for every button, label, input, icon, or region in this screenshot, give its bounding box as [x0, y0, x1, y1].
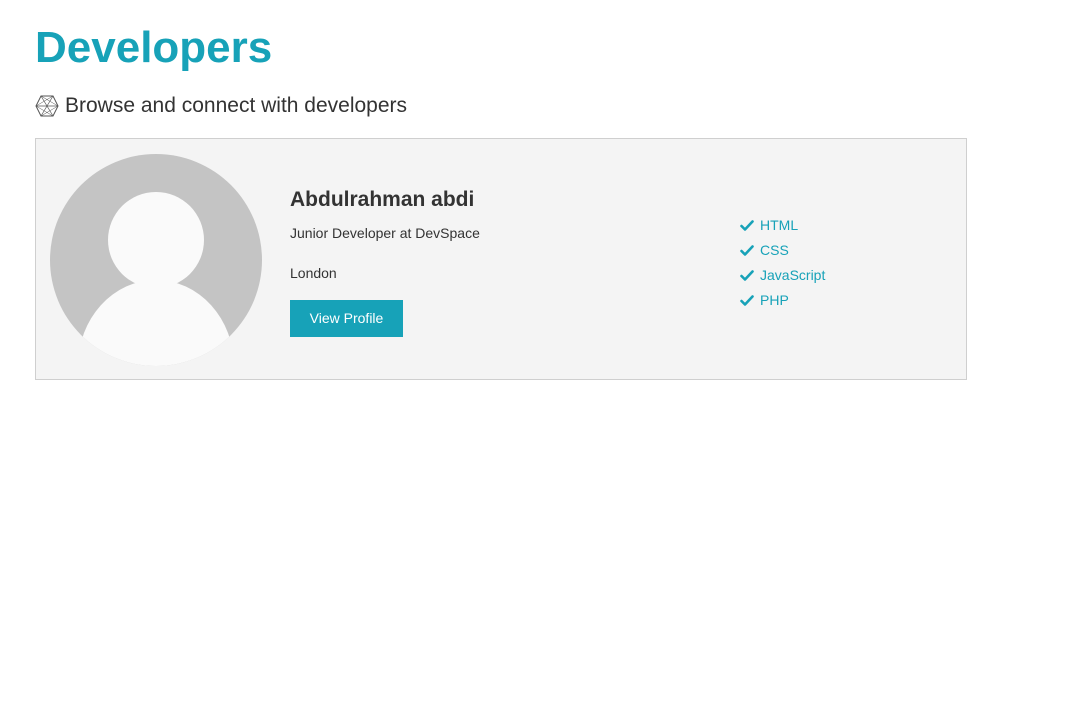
- developer-name: Abdulrahman abdi: [290, 188, 475, 211]
- developer-location: London: [290, 265, 337, 281]
- skill-item: PHP: [740, 287, 825, 312]
- skills-list: HTML CSS JavaScript PHP: [740, 212, 825, 312]
- default-user-avatar-icon: [50, 154, 262, 366]
- skill-label: HTML: [760, 216, 799, 233]
- avatar[interactable]: [50, 154, 262, 366]
- check-icon: [740, 219, 754, 231]
- check-icon: [740, 269, 754, 281]
- profile-card: Abdulrahman abdi Junior Developer at Dev…: [35, 138, 967, 380]
- skill-item: JavaScript: [740, 262, 825, 287]
- skill-label: CSS: [760, 241, 789, 258]
- connectdevelop-icon: [35, 94, 59, 118]
- skill-item: CSS: [740, 237, 825, 262]
- profile-info: Abdulrahman abdi Junior Developer at Dev…: [290, 187, 690, 337]
- check-icon: [740, 294, 754, 306]
- view-profile-button[interactable]: View Profile: [290, 300, 403, 337]
- page-lead-text: Browse and connect with developers: [65, 94, 408, 117]
- check-icon: [740, 244, 754, 256]
- page-title: Developers: [35, 23, 273, 72]
- skill-label: JavaScript: [760, 266, 826, 283]
- developers-page: Developers Browse and connect with devel…: [0, 0, 1088, 726]
- skill-item: HTML: [740, 212, 825, 237]
- developer-status: Junior Developer at DevSpace: [290, 225, 480, 241]
- page-lead: Browse and connect with developers: [35, 93, 407, 119]
- skill-label: PHP: [760, 291, 789, 308]
